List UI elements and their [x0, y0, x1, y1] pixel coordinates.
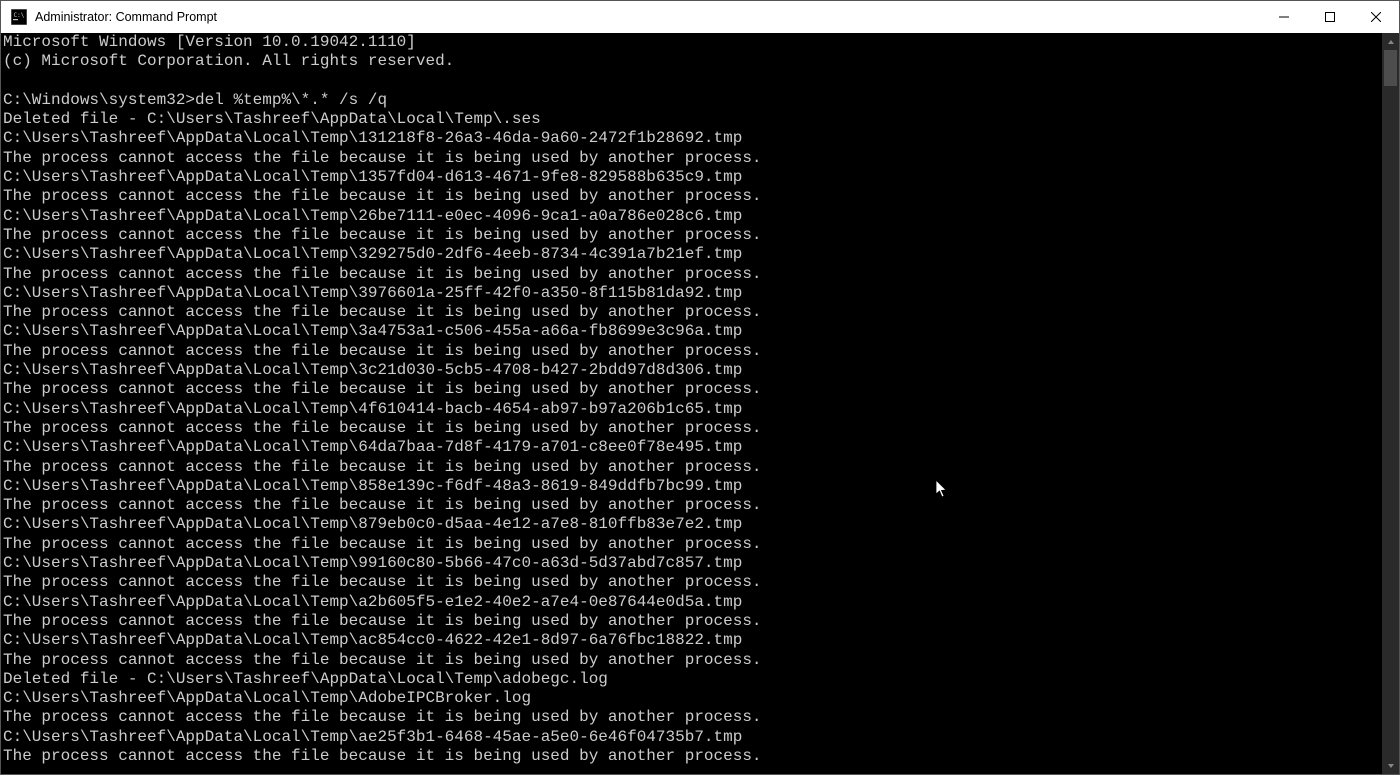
command-prompt-window: C:\ Administrator: Command Prompt Micros… [0, 0, 1400, 775]
scroll-down-button[interactable] [1382, 757, 1399, 774]
scroll-thumb[interactable] [1384, 50, 1397, 86]
cmd-icon: C:\ [11, 9, 27, 25]
svg-text:C:\: C:\ [14, 12, 25, 19]
terminal-output[interactable]: Microsoft Windows [Version 10.0.19042.11… [1, 33, 1382, 774]
titlebar[interactable]: C:\ Administrator: Command Prompt [1, 1, 1399, 33]
close-button[interactable] [1353, 1, 1399, 33]
minimize-button[interactable] [1261, 1, 1307, 33]
client-area: Microsoft Windows [Version 10.0.19042.11… [1, 33, 1399, 774]
vertical-scrollbar[interactable] [1382, 33, 1399, 774]
window-controls [1261, 1, 1399, 33]
scroll-up-button[interactable] [1382, 33, 1399, 50]
window-title: Administrator: Command Prompt [35, 10, 217, 24]
maximize-button[interactable] [1307, 1, 1353, 33]
